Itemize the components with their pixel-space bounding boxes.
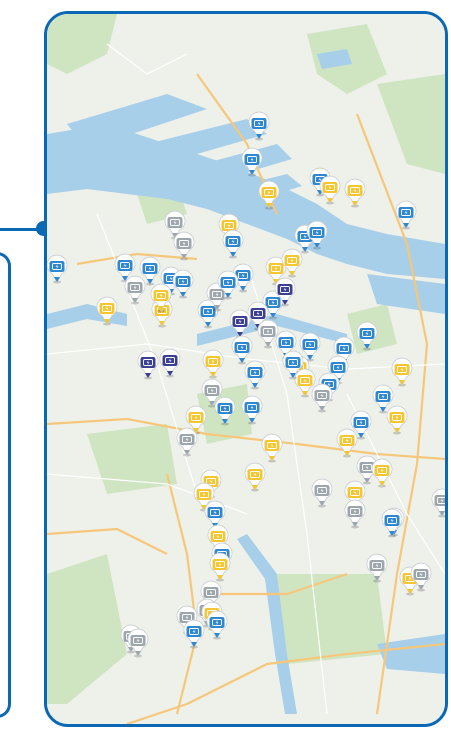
map-frame[interactable]: [44, 11, 448, 727]
pin-color-badge: [434, 495, 445, 506]
map-canvas[interactable]: [47, 14, 445, 724]
left-panel-frame: [0, 252, 11, 718]
